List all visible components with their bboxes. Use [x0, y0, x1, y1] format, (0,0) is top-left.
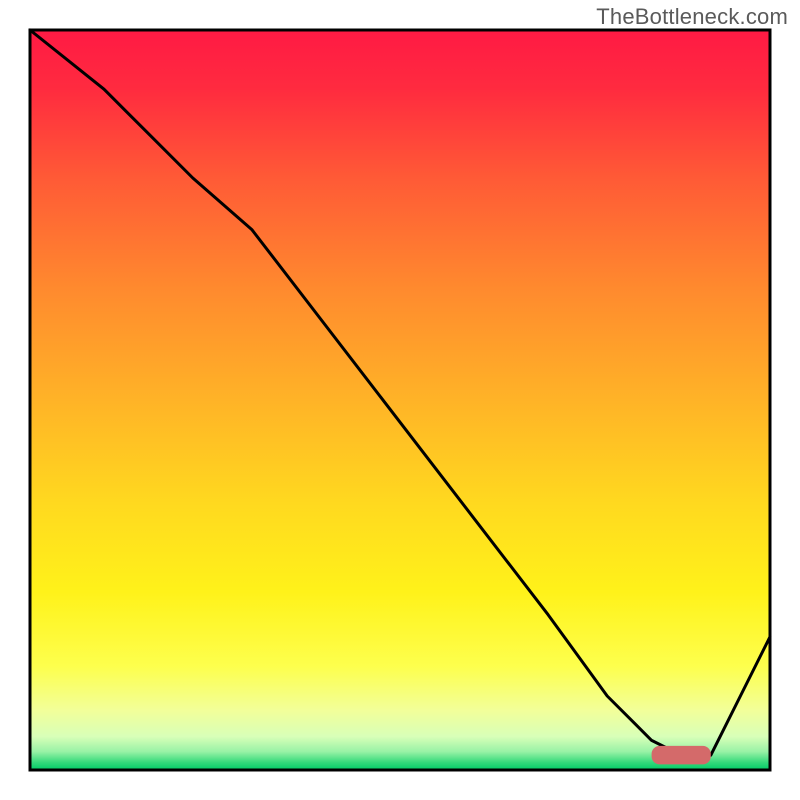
chart-svg: [0, 0, 800, 800]
chart-container: TheBottleneck.com: [0, 0, 800, 800]
plot-background: [30, 30, 770, 770]
watermark-label: TheBottleneck.com: [596, 4, 788, 30]
optimum-marker: [652, 746, 711, 765]
